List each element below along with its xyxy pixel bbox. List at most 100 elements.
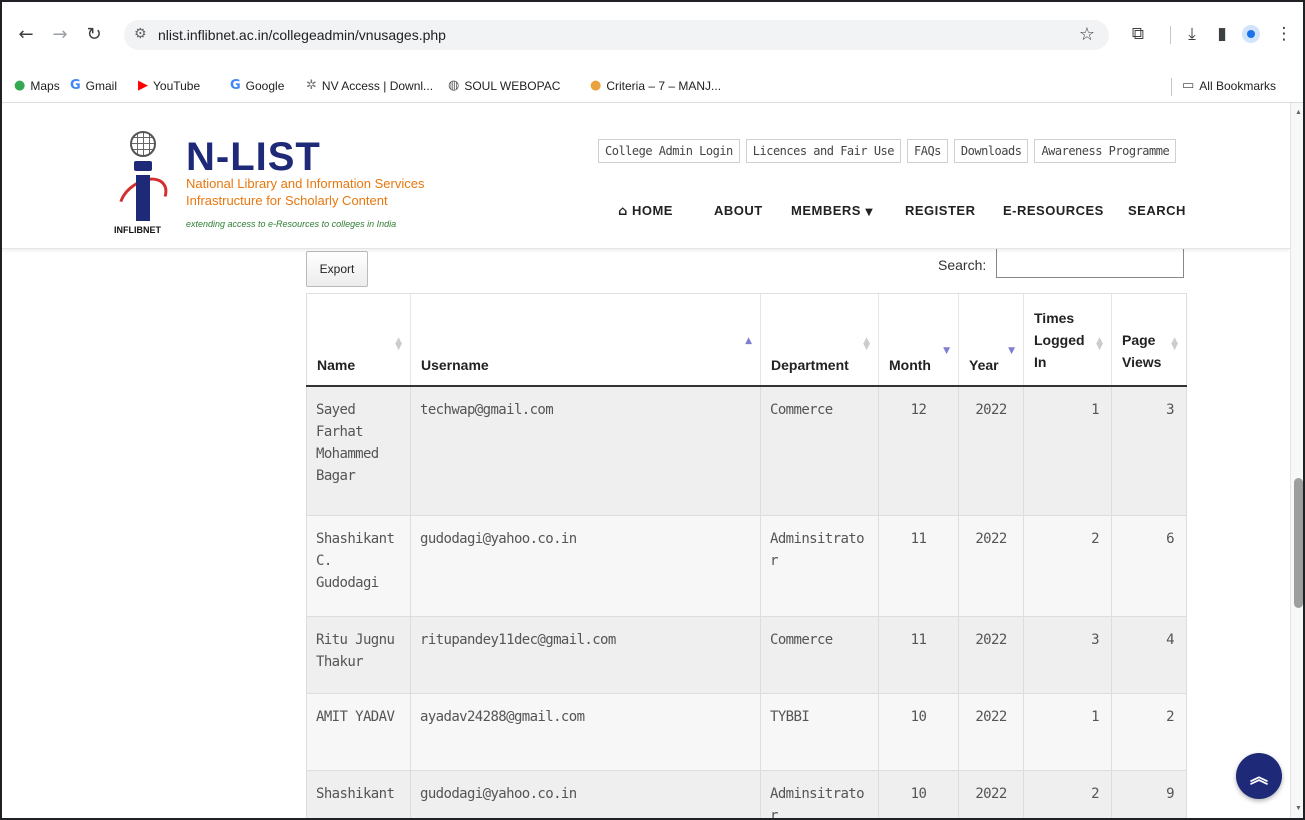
col-label: Month	[889, 356, 931, 373]
double-chevron-up-icon: ︽	[1250, 767, 1268, 788]
table-header-row: Name ▲ ▼ Username ▲ Department ▲ ▼ Month ▼ Yea…	[306, 293, 1187, 387]
cell-times-logged-in: 2	[1023, 514, 1112, 616]
sort-asc-icon: ▲	[745, 336, 752, 346]
col-label: Page Views	[1122, 331, 1162, 370]
bookmark-gmail[interactable]: G Gmail	[70, 78, 117, 93]
cell-name: Sayed Farhat Mohammed Bagar	[306, 385, 411, 515]
scroll-down-arrow-icon[interactable]: ▼	[1295, 805, 1302, 812]
cell-username: gudodagi@yahoo.co.in	[410, 514, 761, 616]
page-scrollbar[interactable]: ▲ ▼	[1290, 103, 1305, 820]
all-bookmarks[interactable]: ▭ All Bookmarks	[1182, 78, 1276, 93]
bookmark-youtube[interactable]: ▶ YouTube	[138, 78, 200, 93]
cell-page-views: 2	[1111, 692, 1187, 770]
downloads-link[interactable]: Downloads	[953, 139, 1029, 163]
cell-name: AMIT YADAV	[306, 692, 411, 770]
col-label: Department	[771, 356, 849, 373]
table-row: Shashikant C. Gudodagi gudodagi@yahoo.co…	[306, 514, 1187, 616]
site-header: INFLIBNET N-LIST National Library and In…	[0, 103, 1290, 249]
site-settings-icon[interactable]: ⚙	[134, 26, 147, 42]
extensions-icon[interactable]: ⧉	[1126, 22, 1150, 46]
profile-avatar-icon[interactable]	[1242, 25, 1260, 43]
bookmark-criteria[interactable]: ● Criteria – 7 – MANJ...	[590, 78, 721, 93]
bookmark-label: YouTube	[153, 78, 201, 93]
cell-department: Adminsitrator	[760, 769, 879, 820]
cell-name: Shashikant C. Gudodagi	[306, 514, 411, 616]
bookmarks-bar: ● Maps G Gmail ▶ YouTube G Google ✲ NV Access…	[0, 70, 1305, 103]
forward-arrow-icon[interactable]: →	[48, 22, 72, 46]
cell-page-views: 3	[1111, 385, 1187, 515]
cell-department: Commerce	[760, 615, 879, 693]
sort-icon: ▲ ▼	[395, 336, 402, 352]
bookmark-label: Gmail	[85, 78, 118, 93]
bookmark-label: Maps	[30, 78, 60, 93]
inflibnet-logo[interactable]: INFLIBNET	[110, 131, 176, 243]
table-row: AMIT YADAV ayadav24288@gmail.com TYBBI 1…	[306, 692, 1187, 770]
scroll-up-arrow-icon[interactable]: ▲	[1295, 109, 1302, 116]
export-button[interactable]: Export	[306, 251, 368, 287]
cell-times-logged-in: 1	[1023, 692, 1112, 770]
cell-times-logged-in: 1	[1023, 385, 1112, 515]
cell-month: 12	[878, 385, 959, 515]
col-header-page-views[interactable]: Page Views ▲ ▼	[1111, 293, 1187, 387]
sort-icon: ▲ ▼	[1096, 336, 1103, 352]
licences-link[interactable]: Licences and Fair Use	[745, 139, 901, 163]
cell-page-views: 9	[1111, 769, 1187, 820]
cell-month: 10	[878, 692, 959, 770]
address-bar[interactable]: ⚙ nlist.inflibnet.ac.in/collegeadmin/vnu…	[124, 20, 1109, 50]
globe-icon	[130, 131, 156, 157]
cell-year: 2022	[958, 514, 1024, 616]
faqs-link[interactable]: FAQs	[907, 139, 948, 163]
col-header-department[interactable]: Department ▲ ▼	[760, 293, 879, 387]
col-header-year[interactable]: Year ▼	[958, 293, 1024, 387]
nav-register[interactable]: REGISTER	[905, 203, 975, 218]
brand-subtitle-2: Infrastructure for Scholarly Content	[186, 193, 388, 208]
col-label: Year	[969, 356, 999, 373]
bookmark-google[interactable]: G Google	[230, 78, 284, 93]
cell-month: 10	[878, 769, 959, 820]
cell-times-logged-in: 2	[1023, 769, 1112, 820]
college-admin-login-link[interactable]: College Admin Login	[598, 139, 740, 163]
bookmark-star-icon[interactable]: ☆	[1079, 24, 1095, 45]
nav-eresources[interactable]: E-RESOURCES	[1003, 203, 1104, 218]
brand-title[interactable]: N-LIST	[186, 135, 321, 180]
cell-department: Adminsitrator	[760, 514, 879, 616]
scroll-thumb[interactable]	[1294, 478, 1303, 608]
logo-i-stem	[136, 175, 150, 221]
logo-text: INFLIBNET	[114, 225, 161, 235]
reload-icon[interactable]: ↻	[82, 22, 106, 46]
cell-month: 11	[878, 615, 959, 693]
brand-subtitle-1: National Library and Information Service…	[186, 176, 425, 191]
globe-icon: ◍	[448, 78, 460, 93]
bookmark-soul-webopac[interactable]: ◍ SOUL WEBOPAC	[448, 78, 560, 93]
cell-year: 2022	[958, 385, 1024, 515]
home-icon: ⌂	[618, 204, 628, 219]
table-row: Ritu Jugnu Thakur ritupandey11dec@gmail.…	[306, 615, 1187, 693]
nav-home[interactable]: ⌂ HOME	[618, 203, 673, 219]
cell-times-logged-in: 3	[1023, 615, 1112, 693]
google-g-icon: G	[230, 78, 241, 93]
search-input[interactable]	[996, 248, 1184, 278]
kebab-menu-icon[interactable]: ⋮	[1272, 22, 1296, 46]
side-panel-icon[interactable]: ▮	[1210, 22, 1234, 46]
nav-search[interactable]: SEARCH	[1128, 203, 1186, 218]
back-to-top-button[interactable]: ︽	[1236, 753, 1282, 799]
col-header-username[interactable]: Username ▲	[410, 293, 761, 387]
sort-icon: ▲ ▼	[863, 336, 870, 352]
bookmark-maps[interactable]: ● Maps	[14, 78, 60, 93]
back-arrow-icon[interactable]: ←	[14, 22, 38, 46]
usage-table-wrap: Name ▲ ▼ Username ▲ Department ▲ ▼ Month ▼ Yea…	[306, 293, 1187, 820]
site-favicon-icon: ●	[590, 78, 602, 93]
bookmark-label: NV Access | Downl...	[321, 78, 434, 93]
brand-tagline: extending access to e-Resources to colle…	[186, 219, 397, 229]
nav-members[interactable]: MEMBERS ▼	[791, 203, 873, 218]
awareness-programme-link[interactable]: Awareness Programme	[1034, 139, 1177, 163]
col-label: Times Logged In	[1034, 309, 1085, 370]
col-header-name[interactable]: Name ▲ ▼	[306, 293, 411, 387]
table-row: Sayed Farhat Mohammed Bagar techwap@gmai…	[306, 385, 1187, 515]
bookmark-nv-access[interactable]: ✲ NV Access | Downl...	[306, 78, 433, 93]
nv-access-icon: ✲	[306, 78, 317, 93]
col-header-month[interactable]: Month ▼	[878, 293, 959, 387]
nav-about[interactable]: ABOUT	[714, 203, 763, 218]
col-header-times-logged-in[interactable]: Times Logged In ▲ ▼	[1023, 293, 1112, 387]
download-icon[interactable]: ⤓	[1180, 22, 1204, 46]
